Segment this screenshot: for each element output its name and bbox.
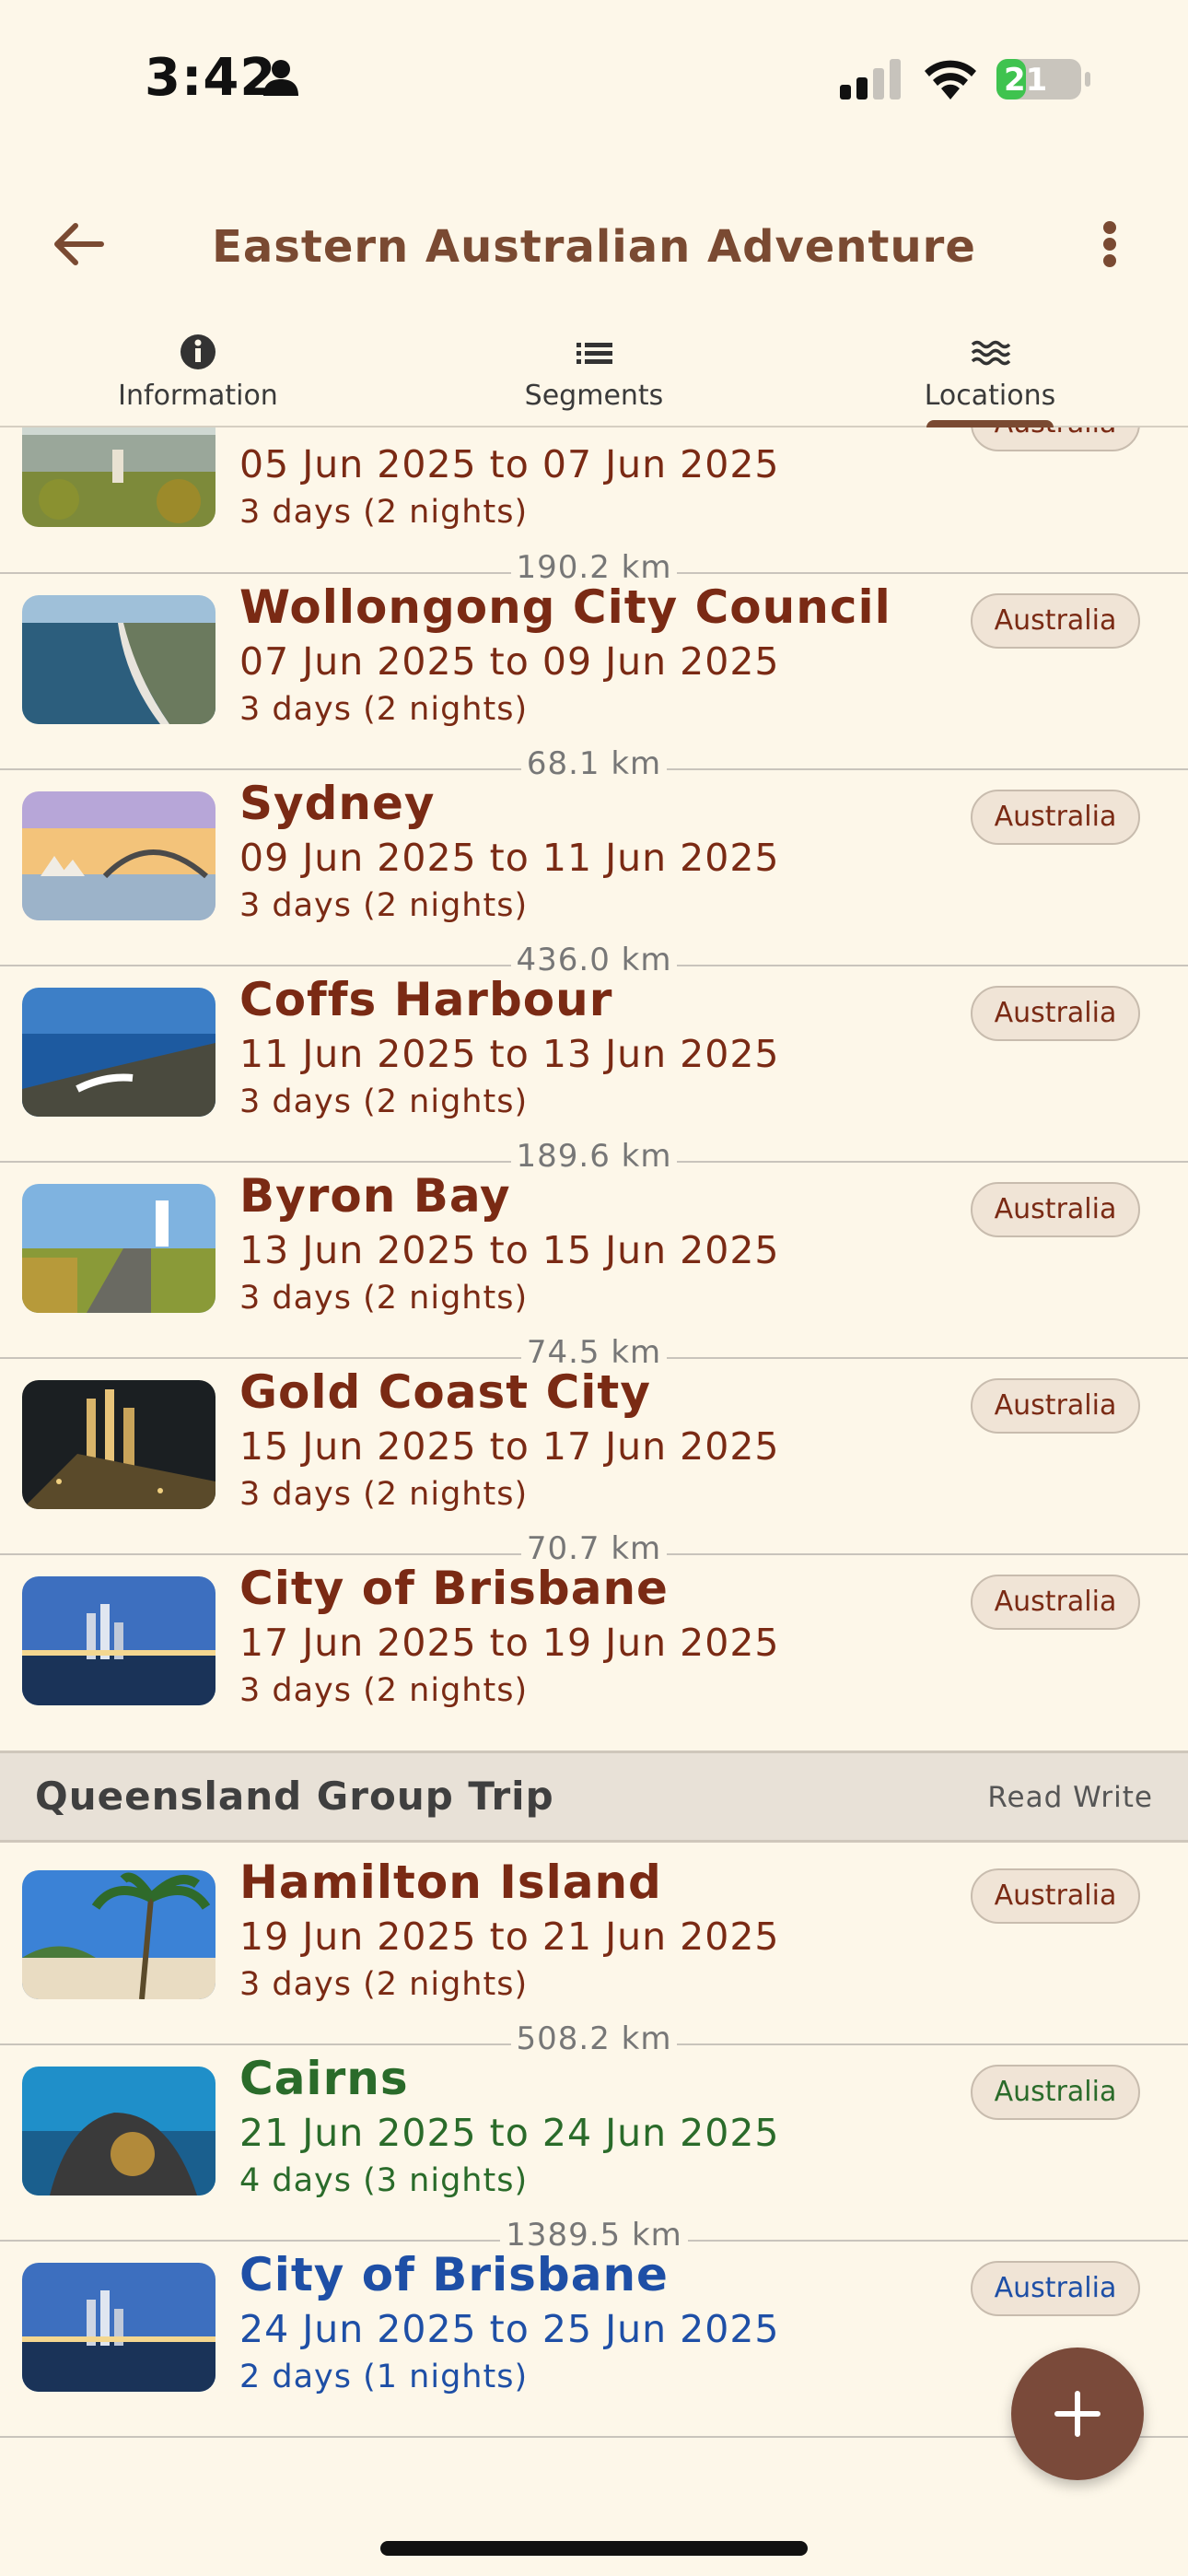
location-duration: 3 days (2 nights) (239, 1280, 529, 1317)
location-duration: 2 days (1 nights) (239, 2359, 529, 2395)
location-dates: 13 Jun 2025 to 15 Jun 2025 (239, 1228, 780, 1272)
country-badge[interactable]: Australia (971, 790, 1140, 845)
location-dates: 11 Jun 2025 to 13 Jun 2025 (239, 1032, 780, 1076)
person-icon (263, 60, 298, 96)
country-badge[interactable]: Australia (971, 986, 1140, 1041)
location-name: Byron Bay (239, 1169, 511, 1223)
location-thumbnail (22, 988, 215, 1117)
status-time: 3:42 (145, 48, 277, 108)
location-duration: 3 days (2 nights) (239, 1083, 529, 1120)
tab-label: Information (118, 380, 278, 412)
info-icon (181, 334, 215, 369)
country-badge[interactable]: Australia (971, 1868, 1140, 1924)
tab-label: Segments (524, 380, 664, 412)
location-thumbnail (22, 1380, 215, 1509)
waves-icon (971, 340, 1011, 366)
home-indicator[interactable] (380, 2541, 808, 2556)
location-name: City of Brisbane (239, 2248, 669, 2301)
location-thumbnail (22, 791, 215, 920)
tab-locations[interactable]: Locations (792, 322, 1188, 424)
group-title: Queensland Group Trip (35, 1774, 554, 1819)
location-duration: 3 days (2 nights) (239, 691, 529, 728)
status-bar: 3:42 21 (0, 0, 1188, 157)
location-duration: 4 days (3 nights) (239, 2162, 529, 2199)
battery-icon: 21 (996, 59, 1090, 100)
location-dates: 07 Jun 2025 to 09 Jun 2025 (239, 639, 780, 684)
location-thumbnail (22, 1184, 215, 1313)
location-name: Cairns (239, 2052, 409, 2105)
location-name: Gold Coast City (239, 1365, 651, 1419)
location-name: Sydney (239, 777, 436, 830)
country-badge[interactable]: Australia (971, 593, 1140, 649)
location-duration: 3 days (2 nights) (239, 1476, 529, 1513)
page-title: Eastern Australian Adventure (212, 221, 976, 273)
active-tab-indicator (926, 420, 1054, 427)
location-thumbnail (22, 2263, 215, 2392)
group-permission: Read Write (987, 1781, 1153, 1814)
distance-label: 508.2 km (0, 2020, 1188, 2057)
location-thumbnail (22, 1870, 215, 1999)
tab-label: Locations (924, 380, 1056, 412)
location-duration: 3 days (2 nights) (239, 1672, 529, 1709)
country-badge[interactable]: Australia (971, 1378, 1140, 1434)
tab-information[interactable]: Information (0, 322, 396, 424)
distance-label: 68.1 km (0, 745, 1188, 782)
app-bar: Eastern Australian Adventure (0, 193, 1188, 304)
location-dates: 09 Jun 2025 to 11 Jun 2025 (239, 836, 780, 880)
location-dates: 24 Jun 2025 to 25 Jun 2025 (239, 2307, 780, 2351)
location-item[interactable]: City of Brisbane 17 Jun 2025 to 19 Jun 2… (0, 1562, 1188, 1762)
plus-icon (1054, 2391, 1101, 2437)
location-dates: 21 Jun 2025 to 24 Jun 2025 (239, 2111, 780, 2155)
location-duration: 3 days (2 nights) (239, 1966, 529, 2003)
more-vert-icon[interactable] (1087, 212, 1133, 276)
location-duration: 3 days (2 nights) (239, 494, 529, 531)
tab-bar: Information Segments Locations (0, 322, 1188, 427)
location-name: City of Brisbane (239, 1562, 669, 1615)
location-name: Coffs Harbour (239, 973, 613, 1026)
location-thumbnail (22, 595, 215, 724)
tab-segments[interactable]: Segments (396, 322, 792, 424)
country-badge[interactable]: Australia (971, 2261, 1140, 2316)
location-dates: 15 Jun 2025 to 17 Jun 2025 (239, 1424, 780, 1469)
country-badge[interactable]: Australia (971, 1182, 1140, 1237)
battery-level: 21 (1004, 62, 1048, 99)
country-badge[interactable]: Australia (971, 427, 1140, 451)
location-thumbnail (22, 2067, 215, 2195)
wifi-icon (925, 60, 976, 100)
location-thumbnail (22, 427, 215, 527)
location-name: Wollongong City Council (239, 580, 891, 634)
add-location-button[interactable] (1011, 2348, 1144, 2480)
location-thumbnail (22, 1576, 215, 1705)
country-badge[interactable]: Australia (971, 1575, 1140, 1630)
country-badge[interactable]: Australia (971, 2065, 1140, 2120)
divider (0, 2436, 1188, 2438)
location-dates: 05 Jun 2025 to 07 Jun 2025 (239, 442, 780, 486)
location-item[interactable]: City of Brisbane 24 Jun 2025 to 25 Jun 2… (0, 2248, 1188, 2448)
location-name: Hamilton Island (239, 1856, 662, 1909)
distance-label: 189.6 km (0, 1138, 1188, 1175)
list-icon (577, 343, 612, 364)
location-dates: 19 Jun 2025 to 21 Jun 2025 (239, 1914, 780, 1959)
group-header[interactable]: Queensland Group Trip Read Write (0, 1751, 1188, 1843)
location-dates: 17 Jun 2025 to 19 Jun 2025 (239, 1621, 780, 1665)
location-duration: 3 days (2 nights) (239, 887, 529, 924)
location-name: Canberra (239, 427, 485, 437)
cellular-signal-icon (840, 59, 901, 100)
locations-list[interactable]: Canberra 05 Jun 2025 to 07 Jun 2025 3 da… (0, 427, 1188, 2491)
